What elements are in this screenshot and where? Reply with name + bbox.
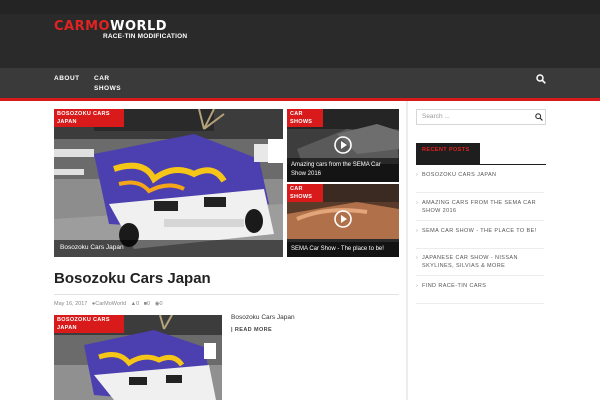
featured-side-1[interactable]: CAR SHOWS Amazing cars from the SEMA Car… xyxy=(287,109,399,182)
featured-main-title[interactable]: Bosozoku Cars Japan xyxy=(54,240,283,257)
featured-side-1-category[interactable]: CAR SHOWS xyxy=(287,109,323,127)
recent-post-item[interactable]: › AMAZING CARS FROM THE SEMA CAR SHOW 201… xyxy=(416,200,544,215)
nav-item-about[interactable]: ABOUT xyxy=(54,74,80,84)
post-thumbnail-category[interactable]: BOSOZOKU CARS JAPAN xyxy=(54,315,124,333)
search-icon[interactable] xyxy=(535,113,543,121)
post-meta: May 16, 2017 ●CarMoWorld ▲0 ■0 ◉0 xyxy=(54,301,163,307)
featured-main-category[interactable]: BOSOZOKU CARS JAPAN xyxy=(54,109,124,127)
read-more-link[interactable]: | READ MORE xyxy=(231,327,272,333)
sidebar-search-input[interactable]: Search ... xyxy=(416,109,546,125)
featured-main-image xyxy=(54,109,283,257)
top-bar xyxy=(0,0,600,14)
post-views: 0 xyxy=(159,301,163,307)
post-author[interactable]: CarMoWorld xyxy=(95,301,126,307)
post-thumbnail[interactable]: BOSOZOKU CARS JAPAN xyxy=(54,315,222,400)
chevron-right-icon: › xyxy=(416,172,419,178)
post-date[interactable]: May 16, 2017 xyxy=(54,301,87,307)
recent-post-separator xyxy=(416,192,544,193)
recent-post-item[interactable]: › BOSOZOKU CARS JAPAN xyxy=(416,172,544,180)
recent-post-separator xyxy=(416,248,544,249)
chevron-right-icon: › xyxy=(416,200,419,206)
recent-post-separator xyxy=(416,303,544,304)
featured-side-2-category[interactable]: CAR SHOWS xyxy=(287,184,323,202)
post-title[interactable]: Bosozoku Cars Japan xyxy=(54,270,211,287)
chevron-right-icon: › xyxy=(416,283,419,289)
recent-post-separator xyxy=(416,220,544,221)
featured-side-2-title[interactable]: SEMA Car Show - The place to be! xyxy=(287,242,399,257)
chevron-right-icon: › xyxy=(416,255,419,261)
post-title-divider xyxy=(54,294,399,295)
post-likes: 0 xyxy=(136,301,140,307)
post-excerpt: Bosozoku Cars Japan xyxy=(231,314,295,321)
site-logo[interactable]: CARMOWORLD RACE-TIN MODIFICATION xyxy=(54,20,194,42)
featured-side-1-title[interactable]: Amazing cars from the SEMA Car Show 2016 xyxy=(287,158,399,182)
recent-post-separator xyxy=(416,275,544,276)
recent-posts-heading: RECENT POSTS xyxy=(416,143,480,165)
recent-post-item[interactable]: › SEMA CAR SHOW - THE PLACE TO BE! xyxy=(416,228,544,236)
play-icon[interactable] xyxy=(334,210,352,228)
recent-post-item[interactable]: › JAPANESE CAR SHOW - NISSAN SKYLINES, SI… xyxy=(416,255,544,270)
play-icon[interactable] xyxy=(334,136,352,154)
featured-main[interactable]: BOSOZOKU CARS JAPAN Bosozoku Cars Japan xyxy=(54,109,283,257)
recent-posts-rule xyxy=(480,164,546,165)
logo-tagline: RACE-TIN MODIFICATION xyxy=(103,33,188,40)
main-nav xyxy=(0,68,600,98)
recent-post-item[interactable]: › FIND RACE-TIN CARS xyxy=(416,283,544,291)
search-icon[interactable] xyxy=(536,74,546,84)
chevron-right-icon: › xyxy=(416,228,419,234)
nav-item-car-shows[interactable]: CAR SHOWS xyxy=(94,74,124,94)
search-placeholder: Search ... xyxy=(422,113,450,120)
logo-wordmark: CARMOWORLD xyxy=(54,19,168,34)
content-divider xyxy=(406,101,408,400)
nav-accent-line xyxy=(0,98,600,101)
featured-side-2[interactable]: CAR SHOWS SEMA Car Show - The place to b… xyxy=(287,184,399,257)
post-comments[interactable]: 0 xyxy=(147,301,150,307)
